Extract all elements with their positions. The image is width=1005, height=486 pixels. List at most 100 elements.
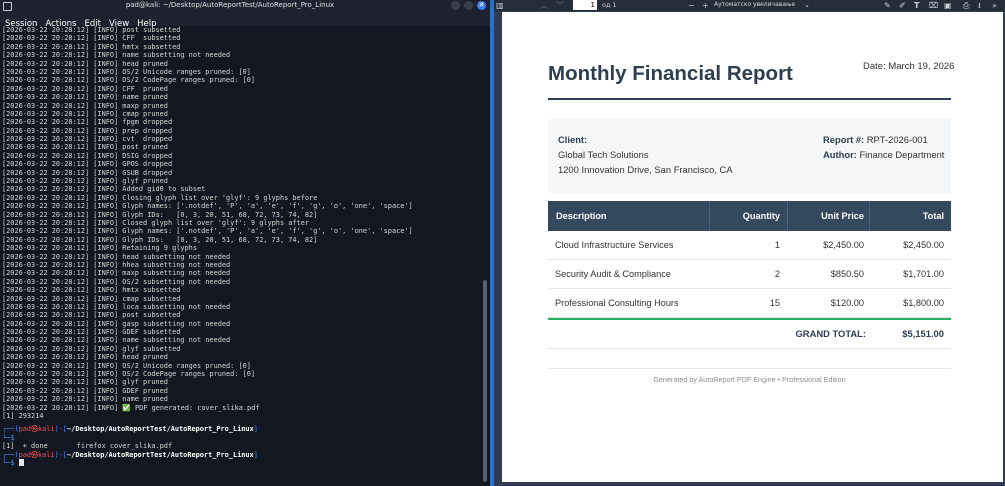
log-line: [2026-03-22 20:28:12] [INFO] DSIG droppe… [2,151,173,160]
log-line: [2026-03-22 20:28:12] [INFO] fpgm droppe… [2,118,173,127]
log-line: [2026-03-22 20:28:12] [INFO] post subset… [2,311,181,320]
save-icon[interactable]: ⭳ [978,0,981,11]
grand-total-value: $5,151.00 [902,328,944,339]
minimize-button[interactable] [451,1,460,10]
terminal-menubar: Session Actions Edit View Help [0,11,490,29]
pdf-viewer-window: ▥ ︿ ﹀ 1 од 1 − + Аутоматско увеличавање … [494,0,1005,486]
footer-divider [548,368,951,369]
prompt-host: kali [37,450,55,459]
cell-description: Cloud Infrastructure Services [555,240,674,250]
prompt-path: ~/Desktop/AutoReportTest/AutoReport_Pro_… [67,425,254,434]
prompt-line-2: ┌──(pad㉿kali)-[~/Desktop/AutoReportTest/… [2,450,258,459]
log-line: [2026-03-22 20:28:12] [INFO] GDEF pruned [2,386,168,395]
log-line: [2026-03-22 20:28:12] [INFO] Glyph names… [2,227,413,236]
cell-unit-price: $2,450.00 [823,240,864,250]
log-line: [2026-03-22 20:28:12] [INFO] loca subset… [2,302,231,311]
log-line: [2026-03-22 20:28:12] [INFO] OS/2 Unicod… [2,361,251,370]
print-icon[interactable]: ⎙ [963,0,969,11]
cell-unit-price: $120.00 [830,298,864,308]
prompt-user: pad [18,450,32,459]
more-icon[interactable]: » [992,0,997,11]
terminal-cursor [18,459,24,467]
cell-quantity: 1 [774,240,780,250]
report-title: Monthly Financial Report [548,62,793,85]
log-line: [2026-03-22 20:28:12] [INFO] hmtx subset… [2,286,181,295]
window-title: pad@kali: ~/Desktop/AutoReportTest/AutoR… [125,1,335,9]
chevron-down-icon[interactable]: ⌄ [804,0,810,11]
job-done-line: [1] + done firefox cover_slika.pdf [2,442,173,451]
close-button[interactable]: ✕ [477,1,486,10]
zoom-select[interactable]: Аутоматско увеличавање [714,0,804,10]
report-number-value: RPT-2026-001 [866,134,928,145]
log-line: [2026-03-22 20:28:12] [INFO] hhea subset… [2,260,231,269]
zoom-value: Аутоматско увеличавање [714,1,796,8]
log-line: [2026-03-22 20:28:12] [INFO] glyf pruned [2,378,168,387]
log-line: [1] 293214 [2,411,44,420]
prompt-host: kali [37,425,55,434]
client-name: Global Tech Solutions [558,149,649,160]
cell-quantity: 15 [769,298,780,308]
highlight-icon[interactable]: ⌧ [929,0,938,11]
image-icon[interactable]: ▣ [944,0,952,11]
log-line: [2026-03-22 20:28:12] [INFO] gasp subset… [2,319,231,328]
log-line: [2026-03-22 20:28:12] [INFO] cmap subset… [2,294,181,303]
log-line: [2026-03-22 20:28:12] [INFO] name subset… [2,336,231,345]
log-line: [2026-03-22 20:28:12] [INFO] Glyph IDs: … [2,210,318,219]
log-line: [2026-03-22 20:28:12] [INFO] cmap pruned [2,109,168,118]
page-count: од 1 [602,1,617,9]
log-line: [2026-03-22 20:28:12] [INFO] OS/2 CodePa… [2,370,256,379]
log-line: [2026-03-22 20:28:12] [INFO] Closing gly… [2,193,318,202]
log-line: [2026-03-22 20:28:12] [INFO] head pruned [2,59,168,68]
cell-unit-price: $850.50 [830,269,864,279]
sidebar-toggle-icon[interactable]: ▥ [496,0,504,11]
prompt-symbol-line: └─$ [2,433,15,442]
cell-quantity: 2 [774,269,780,279]
text-icon[interactable]: T [914,0,919,11]
log-line: [2026-03-22 20:28:12] [INFO] head pruned [2,353,168,362]
log-line: [2026-03-22 20:28:12] [INFO] name pruned [2,395,168,404]
table-row: Professional Consulting Hours 15 $120.00 $1… [548,289,951,318]
report-number: Report #: RPT-2026-001 [823,134,928,145]
report-date: Date: March 19, 2026 [863,61,954,72]
maximize-button[interactable] [464,1,473,10]
log-line: [2026-03-22 20:28:12] [INFO] OS/2 subset… [2,277,231,286]
prompt-user: pad [18,425,32,434]
date-label: Date: [863,61,886,72]
column-header-description: Description [556,211,607,221]
prompt-line: ┌──(pad㉿kali)-[~/Desktop/AutoReportTest/… [2,425,258,434]
author-label: Author: [823,149,857,160]
prev-page-icon[interactable]: ︿ [540,0,548,11]
log-line: [2026-03-22 20:28:12] [INFO] name subset… [2,51,231,60]
terminal-output[interactable]: [2026-03-22 20:28:12] [INFO] post subset… [2,26,482,482]
log-line: [2026-03-22 20:28:12] [INFO] CFF pruned [2,84,168,93]
terminal-scrollbar[interactable] [483,280,487,482]
log-line: [2026-03-22 20:28:12] [INFO] maxp pruned [2,101,168,110]
zoom-in-icon[interactable]: + [702,0,709,11]
log-line: [2026-03-22 20:28:12] [INFO] prep droppe… [2,126,173,135]
next-page-icon[interactable]: ﹀ [556,0,564,11]
terminal-titlebar: pad@kali: ~/Desktop/AutoReportTest/AutoR… [0,0,490,11]
prompt-symbol-line-2: └─$ [2,459,482,467]
cell-description: Professional Consulting Hours [555,298,679,308]
log-line: [2026-03-22 20:28:12] [INFO] OS/2 CodePa… [2,76,256,85]
log-line: [2026-03-22 20:28:12] [INFO] Closed glyp… [2,218,309,227]
log-line: [2026-03-22 20:28:12] [INFO] OS/2 Unicod… [2,67,251,76]
table-row: Cloud Infrastructure Services 1 $2,450.00 $… [548,231,951,260]
cell-description: Security Audit & Compliance [555,269,671,279]
log-line: [2026-03-22 20:28:12] [INFO] name pruned [2,93,168,102]
draw-icon[interactable]: ✐ [899,0,906,11]
zoom-out-icon[interactable]: − [688,0,695,11]
page-number-input[interactable]: 1 [573,0,597,10]
invoice-table: Description Quantity Unit Price Total Cl… [548,201,951,349]
report-author: Author: Finance Department [823,149,944,160]
log-line: [2026-03-22 20:28:12] [INFO] glyf subset… [2,344,181,353]
prompt-symbol: $ [10,433,15,442]
log-lines: [2026-03-22 20:28:12] [INFO] post subset… [2,26,482,420]
log-line: [2026-03-22 20:28:12] [INFO] Retaining 9… [2,244,197,253]
edit-icon[interactable]: ✎ [884,0,891,11]
log-line: [2026-03-22 20:28:12] [INFO] Added gid0 … [2,185,206,194]
log-line: [2026-03-22 20:28:12] [INFO] Glyph names… [2,202,413,211]
log-line: [2026-03-22 20:28:12] [INFO] GSUB droppe… [2,168,173,177]
cell-total: $1,800.00 [903,298,944,308]
log-line: [2026-03-22 20:28:12] [INFO] ✅ PDF gener… [2,403,260,412]
